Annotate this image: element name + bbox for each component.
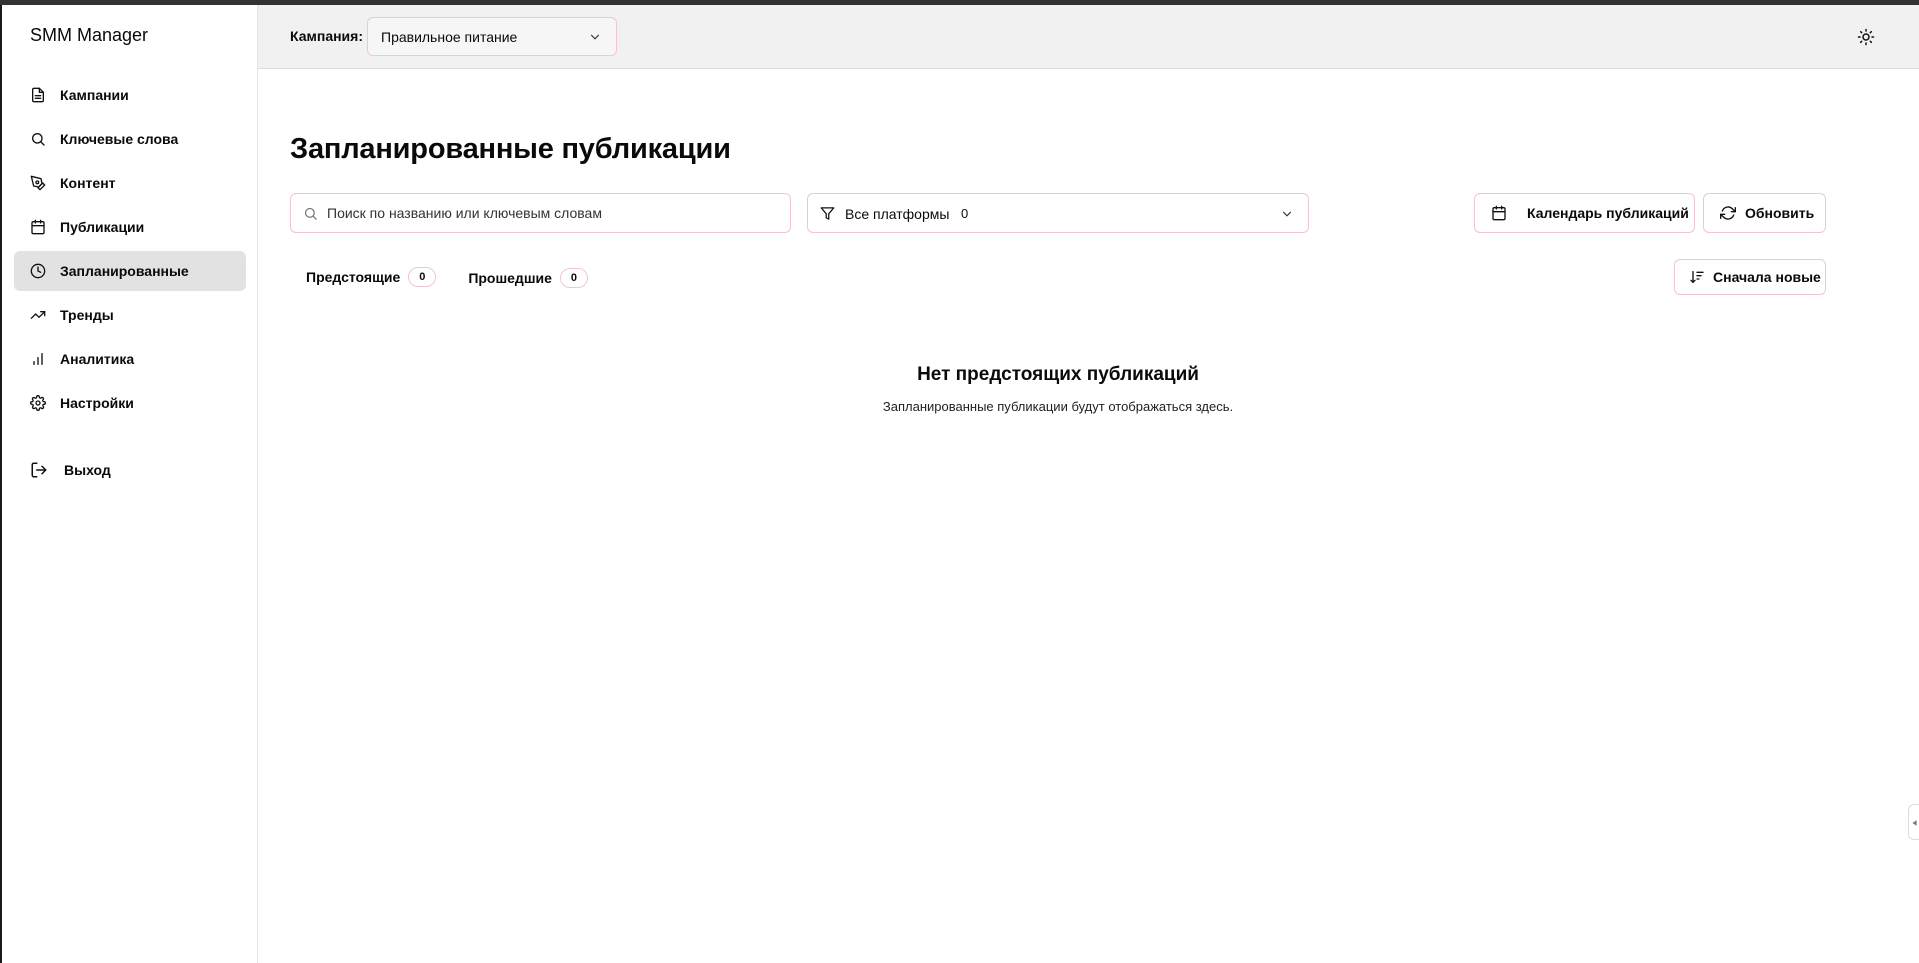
tab-count-badge: 0 [559, 268, 588, 288]
tab-label: Предстоящие [306, 269, 401, 285]
side-panel-toggle[interactable] [1908, 804, 1919, 840]
search-input[interactable] [327, 194, 782, 232]
sidebar: SMM Manager Кампании Ключевые слова Конт… [2, 5, 258, 963]
tab-upcoming[interactable]: Предстоящие 0 [290, 260, 453, 296]
chevron-down-icon [590, 34, 600, 40]
sidebar-item-label: Настройки [60, 395, 134, 411]
logout-button[interactable]: Выход [30, 461, 111, 479]
sort-button[interactable]: Сначала новые [1674, 259, 1826, 295]
app-title: SMM Manager [30, 25, 149, 45]
sidebar-item-keywords[interactable]: Ключевые слова [14, 119, 246, 159]
empty-state-subtitle: Запланированные публикации будут отображ… [882, 399, 1234, 414]
sidebar-item-content[interactable]: Контент [14, 163, 246, 203]
page-title: Запланированные публикации [290, 133, 731, 165]
sidebar-item-label: Ключевые слова [60, 131, 179, 147]
platform-filter-select[interactable]: Все платформы 0 [807, 193, 1309, 233]
sort-button-label: Сначала новые [1713, 269, 1821, 285]
bar-chart-icon [33, 353, 43, 365]
campaign-select[interactable]: Правильное питание [367, 17, 617, 56]
clock-icon [30, 263, 46, 279]
tab-past[interactable]: Прошедшие 0 [452, 260, 604, 296]
tab-count-badge: 0 [408, 267, 437, 287]
sidebar-item-scheduled[interactable]: Запланированные [14, 251, 246, 291]
calendar-icon [31, 219, 45, 235]
sidebar-item-label: Запланированные [60, 263, 189, 279]
top-header: Кампания: Правильное питание [258, 5, 1919, 69]
sort-descending-icon [1690, 271, 1704, 284]
tab-label: Прошедшие [468, 270, 552, 286]
sidebar-item-settings[interactable]: Настройки [14, 383, 246, 423]
file-icon [31, 87, 44, 103]
filter-icon [820, 207, 835, 220]
calendar-icon [1492, 205, 1506, 221]
refresh-icon [1720, 206, 1736, 220]
calendar-button-label: Календарь публикаций [1527, 205, 1689, 221]
gear-icon [30, 395, 46, 411]
search-box [290, 193, 791, 233]
refresh-button[interactable]: Обновить [1703, 193, 1826, 233]
platform-filter-label: Все платформы [845, 206, 950, 222]
schedule-tabs: Предстоящие 0 Прошедшие 0 [290, 260, 604, 296]
chevron-left-icon [1912, 820, 1917, 826]
logout-icon [31, 462, 47, 478]
sidebar-item-label: Аналитика [60, 351, 135, 367]
campaign-select-value: Правильное питание [381, 28, 518, 45]
sidebar-item-campaigns[interactable]: Кампании [14, 75, 246, 115]
empty-state-title: Нет предстоящих публикаций [917, 364, 1199, 385]
campaign-label: Кампания: [290, 28, 363, 44]
platform-filter-count: 0 [961, 206, 969, 221]
sun-icon[interactable] [1857, 28, 1875, 46]
sidebar-item-trends[interactable]: Тренды [14, 295, 246, 335]
sidebar-item-label: Контент [60, 175, 116, 191]
sidebar-item-label: Публикации [60, 219, 145, 235]
pen-icon [30, 175, 46, 191]
sidebar-nav: Кампании Ключевые слова Контент Публикац… [14, 75, 246, 427]
trending-up-icon [30, 311, 46, 319]
sidebar-item-label: Кампании [60, 87, 129, 103]
chevron-down-icon [1282, 211, 1292, 217]
sidebar-item-analytics[interactable]: Аналитика [14, 339, 246, 379]
search-icon [32, 133, 45, 146]
sidebar-item-label: Тренды [60, 307, 114, 323]
refresh-button-label: Обновить [1745, 205, 1815, 221]
calendar-button[interactable]: Календарь публикаций [1474, 193, 1695, 233]
logout-label: Выход [64, 462, 111, 478]
search-icon [304, 207, 317, 220]
sidebar-item-publications[interactable]: Публикации [14, 207, 246, 247]
